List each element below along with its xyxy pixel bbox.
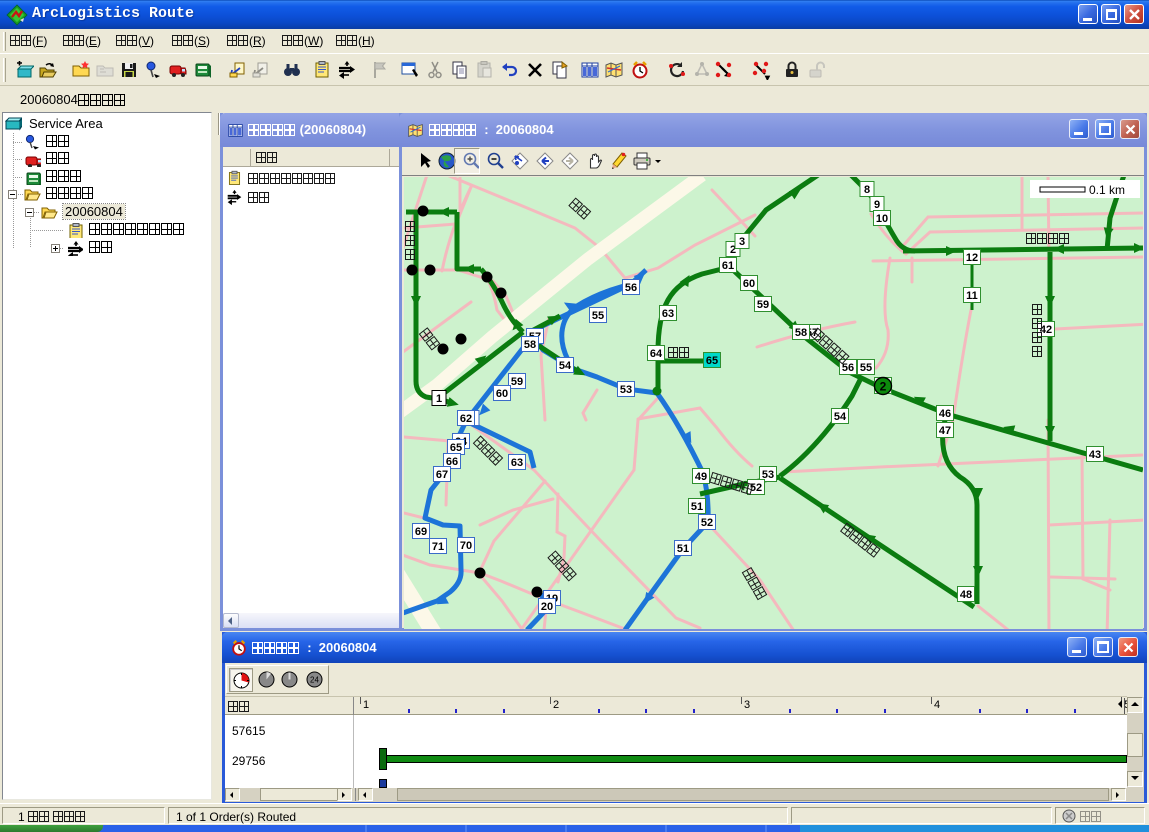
svg-text:1: 1 [436, 393, 442, 405]
svg-text:60: 60 [496, 388, 508, 400]
svg-text:60: 60 [743, 278, 755, 290]
svg-text:71: 71 [432, 541, 444, 553]
svg-text:11: 11 [966, 290, 978, 302]
svg-text:12: 12 [966, 252, 978, 264]
svg-text:10: 10 [876, 213, 888, 225]
svg-text:59: 59 [511, 376, 523, 388]
svg-text:24: 24 [310, 676, 319, 685]
svg-text:46: 46 [939, 408, 951, 420]
svg-text:2: 2 [880, 380, 887, 394]
svg-text:20: 20 [541, 601, 553, 613]
svg-text:58: 58 [795, 327, 807, 339]
svg-text:53: 53 [620, 384, 632, 396]
svg-text:63: 63 [511, 457, 523, 469]
svg-text:9: 9 [874, 199, 880, 211]
svg-text:70: 70 [460, 540, 472, 552]
svg-text:59: 59 [757, 299, 769, 311]
svg-text:62: 62 [460, 413, 472, 425]
svg-text:58: 58 [524, 339, 536, 351]
svg-text:51: 51 [691, 501, 703, 513]
svg-text:67: 67 [436, 469, 448, 481]
svg-text:52: 52 [701, 517, 713, 529]
svg-text:65: 65 [706, 355, 718, 367]
svg-text:43: 43 [1089, 449, 1101, 461]
svg-text:65: 65 [450, 442, 462, 454]
svg-text:55: 55 [592, 310, 604, 322]
svg-text:0.1 km: 0.1 km [1089, 183, 1125, 197]
svg-text:8: 8 [864, 184, 870, 196]
svg-text:55: 55 [860, 362, 872, 374]
svg-text:63: 63 [662, 308, 674, 320]
svg-text:56: 56 [625, 282, 637, 294]
svg-text:3: 3 [739, 236, 745, 248]
svg-text:49: 49 [695, 471, 707, 483]
svg-text:64: 64 [650, 348, 663, 360]
svg-text:54: 54 [559, 360, 572, 372]
svg-text:48: 48 [960, 589, 972, 601]
svg-text:51: 51 [677, 543, 689, 555]
svg-text:61: 61 [722, 260, 734, 272]
svg-text:47: 47 [939, 425, 951, 437]
svg-text:54: 54 [834, 411, 847, 423]
svg-text:69: 69 [415, 526, 427, 538]
